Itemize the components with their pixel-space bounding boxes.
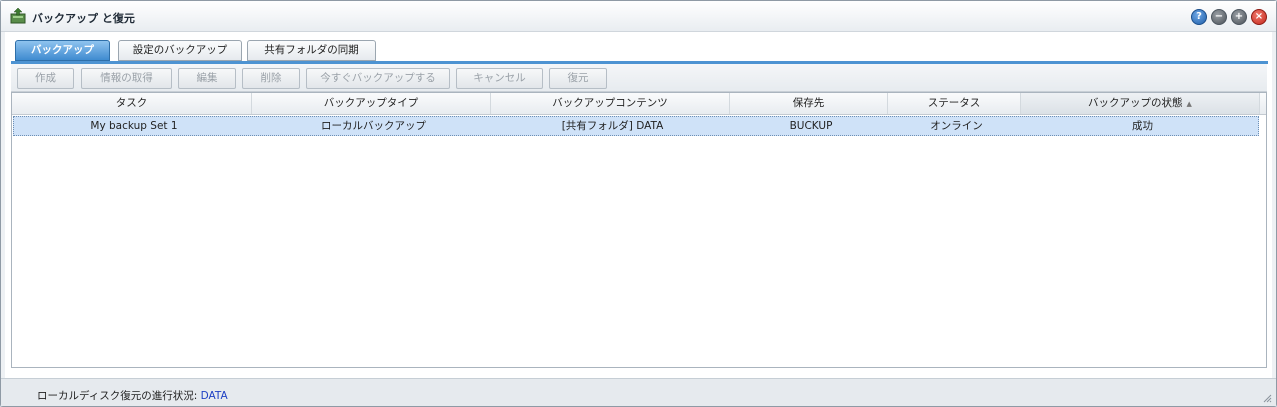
backup-now-button[interactable]: 今すぐバックアップする	[306, 68, 450, 89]
column-header-destination[interactable]: 保存先	[730, 93, 888, 114]
tab-shared-folder-sync[interactable]: 共有フォルダの同期	[247, 40, 376, 61]
status-bar: ローカルディスク復元の進行状況: DATA	[1, 378, 1276, 406]
cell-backup-contents: [共有フォルダ] DATA	[561, 120, 664, 132]
restore-progress-status: ローカルディスク復元の進行状況: DATA	[37, 388, 228, 403]
tab-config-backup[interactable]: 設定のバックアップ	[118, 40, 242, 61]
cell-status: オンライン	[930, 120, 983, 132]
cancel-button[interactable]: キャンセル	[456, 68, 543, 89]
maximize-icon[interactable]: +	[1231, 9, 1247, 25]
tab-backup[interactable]: バックアップ	[15, 40, 110, 61]
close-icon[interactable]: ×	[1251, 9, 1267, 25]
backup-task-table: タスク バックアップタイプ バックアップコンテンツ 保存先 ステータス バックア…	[11, 92, 1267, 368]
restore-progress-value: DATA	[200, 390, 228, 402]
cell-backup-state: 成功	[1132, 120, 1153, 132]
restore-button[interactable]: 復元	[549, 68, 607, 89]
edit-button[interactable]: 編集	[178, 68, 236, 89]
table-row[interactable]: My backup Set 1 ローカルバックアップ [共有フォルダ] DATA…	[13, 116, 1259, 136]
create-button[interactable]: 作成	[17, 68, 74, 89]
backup-restore-window: バックアップ と復元 ? − + × バックアップ 設定のバックアップ 共有フォ…	[0, 0, 1277, 407]
sort-ascending-icon: ▲	[1186, 100, 1192, 108]
column-header-backup-state[interactable]: バックアップの状態 ▲	[1021, 93, 1260, 114]
title-bar[interactable]: バックアップ と復元 ? − + ×	[1, 1, 1276, 32]
main-content: バックアップ 設定のバックアップ 共有フォルダの同期 作成 情報の取得 編集 削…	[5, 32, 1272, 378]
resize-grip-icon[interactable]	[1262, 393, 1272, 403]
column-header-status[interactable]: ステータス	[888, 93, 1021, 114]
minimize-icon[interactable]: −	[1211, 9, 1227, 25]
column-header-backup-contents[interactable]: バックアップコンテンツ	[491, 93, 730, 114]
get-info-button[interactable]: 情報の取得	[81, 68, 172, 89]
table-header: タスク バックアップタイプ バックアップコンテンツ 保存先 ステータス バックア…	[12, 93, 1266, 115]
cell-destination: BUCKUP	[789, 120, 833, 132]
column-header-task[interactable]: タスク	[12, 93, 252, 114]
window-title: バックアップ と復元	[32, 12, 135, 25]
column-header-backup-type[interactable]: バックアップタイプ	[252, 93, 491, 114]
column-header-backup-state-label: バックアップの状態	[1088, 97, 1183, 109]
backup-app-icon	[10, 7, 26, 24]
toolbar: 作成 情報の取得 編集 削除 今すぐバックアップする キャンセル 復元	[11, 64, 1267, 92]
help-icon[interactable]: ?	[1191, 9, 1207, 25]
delete-button[interactable]: 削除	[242, 68, 300, 89]
cell-task: My backup Set 1	[90, 120, 178, 132]
cell-backup-type: ローカルバックアップ	[321, 120, 426, 132]
restore-progress-label: ローカルディスク復元の進行状況:	[37, 390, 198, 402]
